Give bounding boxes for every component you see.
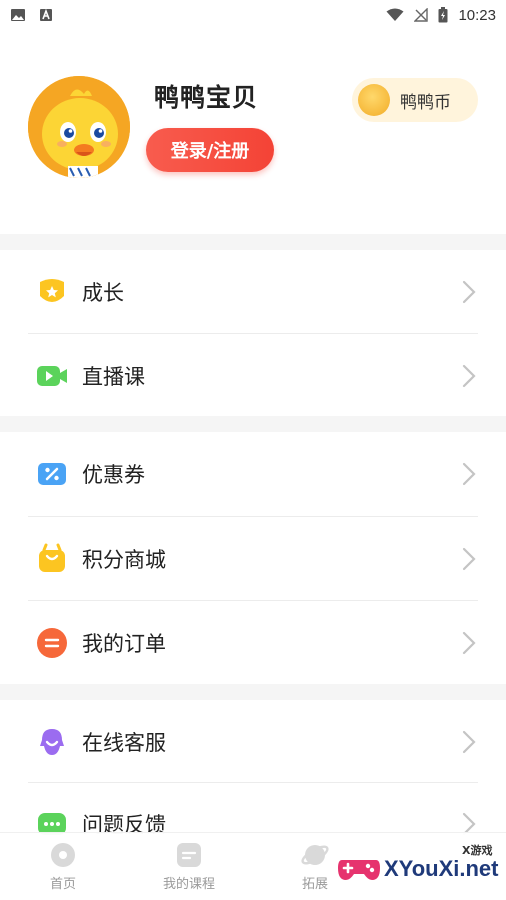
login-register-button[interactable]: 登录/注册 [146, 128, 274, 172]
chevron-right-icon [462, 280, 476, 304]
duck-coin-button[interactable]: 鸭鸭币 [352, 78, 478, 122]
customer-service-icon [40, 729, 64, 755]
chevron-right-icon [462, 364, 476, 388]
watermark: X游戏 XYouXi.net [336, 840, 506, 896]
menu-item-label: 我的订单 [82, 632, 166, 656]
home-icon [51, 843, 75, 867]
shopping-bag-icon [39, 543, 65, 572]
chevron-right-icon [462, 547, 476, 571]
wifi-icon [386, 8, 404, 21]
image-icon [11, 9, 25, 21]
menu-item-label: 在线客服 [82, 731, 166, 755]
watermark-text: XYouXi.net [384, 856, 499, 881]
menu-item-label: 成长 [82, 281, 124, 305]
video-icon [37, 366, 67, 386]
duck-avatar-icon [28, 76, 130, 178]
tab-label: 首页 [49, 877, 76, 892]
tab-my-courses[interactable]: 我的课程 [144, 841, 234, 897]
battery-icon [438, 7, 448, 23]
tab-home[interactable]: 首页 [18, 841, 108, 897]
order-icon [37, 628, 67, 658]
menu-item-growth[interactable]: 成长 [0, 250, 506, 334]
avatar[interactable] [28, 76, 130, 178]
section-separator [0, 416, 506, 432]
menu-item-label: 积分商城 [82, 548, 166, 572]
menu-item-coupon[interactable]: 优惠券 [0, 432, 506, 516]
gamepad-logo-icon [338, 860, 380, 880]
menu-item-label: 优惠券 [82, 463, 145, 487]
coupon-icon [38, 463, 66, 485]
tab-label: 我的课程 [162, 877, 215, 892]
menu-item-online-service[interactable]: 在线客服 [0, 700, 506, 784]
coin-icon [358, 84, 390, 116]
menu-item-live-class[interactable]: 直播课 [0, 334, 506, 418]
badge-icon [40, 279, 64, 302]
text-a-icon [40, 8, 52, 21]
menu-item-points-mall[interactable]: 积分商城 [0, 517, 506, 601]
course-icon [177, 843, 201, 867]
signal-icon [414, 8, 429, 22]
chevron-right-icon [462, 462, 476, 486]
coin-label: 鸭鸭币 [400, 92, 451, 113]
profile-header: 鸭鸭宝贝 登录/注册 鸭鸭币 [0, 60, 506, 230]
chevron-right-icon [462, 631, 476, 655]
chevron-right-icon [462, 730, 476, 754]
explore-icon [301, 845, 329, 865]
section-separator [0, 684, 506, 700]
menu-item-label: 直播课 [82, 365, 145, 389]
username: 鸭鸭宝贝 [154, 83, 259, 112]
status-bar: 10:23 [0, 0, 506, 30]
tab-label: 拓展 [301, 877, 328, 892]
status-time: 10:23 [458, 6, 496, 24]
section-separator [0, 234, 506, 250]
menu-item-my-orders[interactable]: 我的订单 [0, 601, 506, 685]
